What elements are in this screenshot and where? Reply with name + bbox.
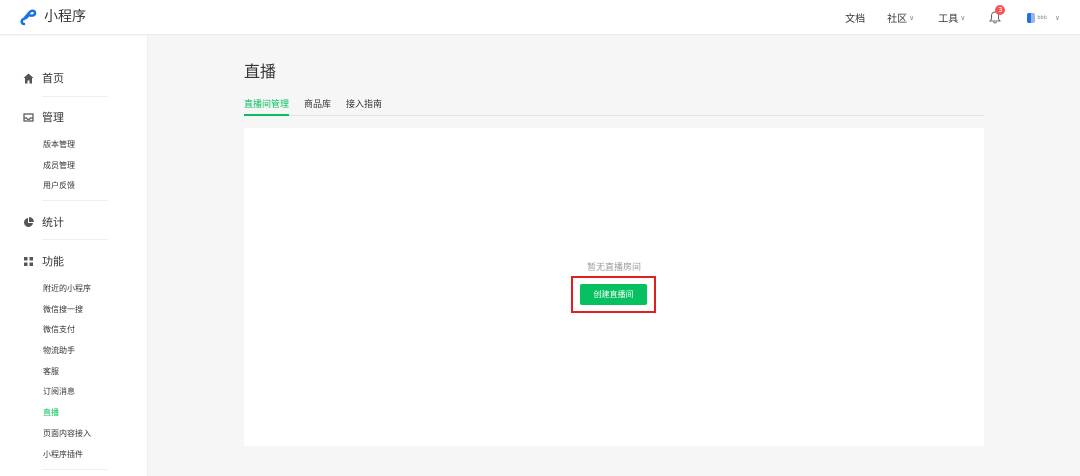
logo[interactable]: 小程序 bbox=[20, 6, 86, 26]
pie-chart-icon bbox=[22, 216, 34, 228]
nav-community-label: 社区 bbox=[887, 14, 908, 25]
sidebar-item-wechat-pay[interactable]: 微信支付 bbox=[43, 324, 75, 335]
chevron-down-icon: ∨ bbox=[909, 13, 915, 22]
sidebar-item-stats[interactable]: 统计 bbox=[22, 214, 64, 230]
chevron-down-icon: ∨ bbox=[960, 13, 966, 22]
tab-live-room-management[interactable]: 直播间管理 bbox=[244, 97, 290, 116]
avatar-label: bbb bbox=[1037, 14, 1047, 21]
home-icon bbox=[22, 72, 34, 84]
sidebar-section-label: 管理 bbox=[42, 111, 64, 124]
sidebar-item-user-feedback[interactable]: 用户反馈 bbox=[43, 180, 75, 191]
page-title: 直播 bbox=[244, 62, 277, 81]
nav-community[interactable]: 社区 ∨ bbox=[887, 10, 915, 26]
sidebar-item-live[interactable]: 直播 bbox=[43, 407, 59, 418]
sidebar-item-customer-service[interactable]: 客服 bbox=[43, 366, 59, 377]
top-header: 小程序 文档 社区 ∨ 工具 ∨ 3 bbb ∨ bbox=[0, 0, 1080, 35]
divider bbox=[42, 239, 108, 240]
sidebar-item-label: 首页 bbox=[42, 72, 64, 85]
top-nav: 文档 社区 ∨ 工具 ∨ 3 bbb ∨ bbox=[845, 0, 1060, 35]
avatar bbox=[1027, 12, 1036, 23]
nav-tools-label: 工具 bbox=[938, 14, 959, 25]
tab-integration-guide[interactable]: 接入指南 bbox=[346, 97, 382, 116]
sidebar-item-page-content[interactable]: 页面内容接入 bbox=[43, 428, 91, 439]
sidebar-item-subscription-messages[interactable]: 订阅消息 bbox=[43, 386, 75, 397]
tab-product-library[interactable]: 商品库 bbox=[304, 97, 331, 116]
sidebar: 首页 管理 版本管理 成员管理 用户反馈 统计 功能 附近的小程序 微信搜一搜 … bbox=[0, 36, 148, 476]
create-live-room-button[interactable]: 创建直播间 bbox=[580, 284, 647, 305]
sidebar-item-label: 统计 bbox=[42, 216, 64, 229]
grid-icon bbox=[22, 255, 34, 267]
content-panel: 暂无直播房间 创建直播间 bbox=[244, 128, 984, 446]
sidebar-item-logistics[interactable]: 物流助手 bbox=[43, 345, 75, 356]
account-menu[interactable]: bbb ∨ bbox=[1027, 12, 1060, 23]
sidebar-item-version-management[interactable]: 版本管理 bbox=[43, 139, 75, 150]
app-name: 小程序 bbox=[44, 9, 86, 25]
notification-button[interactable]: 3 bbox=[989, 4, 1006, 25]
sidebar-section-features[interactable]: 功能 bbox=[22, 253, 64, 269]
sidebar-section-manage[interactable]: 管理 bbox=[22, 109, 64, 125]
nav-tools[interactable]: 工具 ∨ bbox=[938, 10, 966, 26]
divider bbox=[42, 96, 108, 97]
sidebar-item-plugins[interactable]: 小程序插件 bbox=[43, 449, 83, 460]
nav-docs-label: 文档 bbox=[845, 14, 866, 25]
sidebar-item-home[interactable]: 首页 bbox=[22, 70, 64, 86]
sidebar-section-label: 功能 bbox=[42, 255, 64, 268]
chevron-down-icon: ∨ bbox=[1054, 13, 1060, 22]
sidebar-item-member-management[interactable]: 成员管理 bbox=[43, 160, 75, 171]
divider bbox=[42, 200, 108, 201]
tab-bar: 直播间管理 商品库 接入指南 bbox=[244, 97, 984, 116]
empty-state-text: 暂无直播房间 bbox=[586, 263, 641, 273]
notification-badge: 3 bbox=[995, 4, 1006, 15]
logo-icon bbox=[20, 9, 37, 26]
nav-docs[interactable]: 文档 bbox=[845, 10, 865, 25]
sidebar-item-nearby-miniprogram[interactable]: 附近的小程序 bbox=[43, 283, 91, 294]
sidebar-item-wechat-search[interactable]: 微信搜一搜 bbox=[43, 304, 83, 315]
divider bbox=[42, 469, 108, 470]
inbox-icon bbox=[22, 111, 34, 123]
